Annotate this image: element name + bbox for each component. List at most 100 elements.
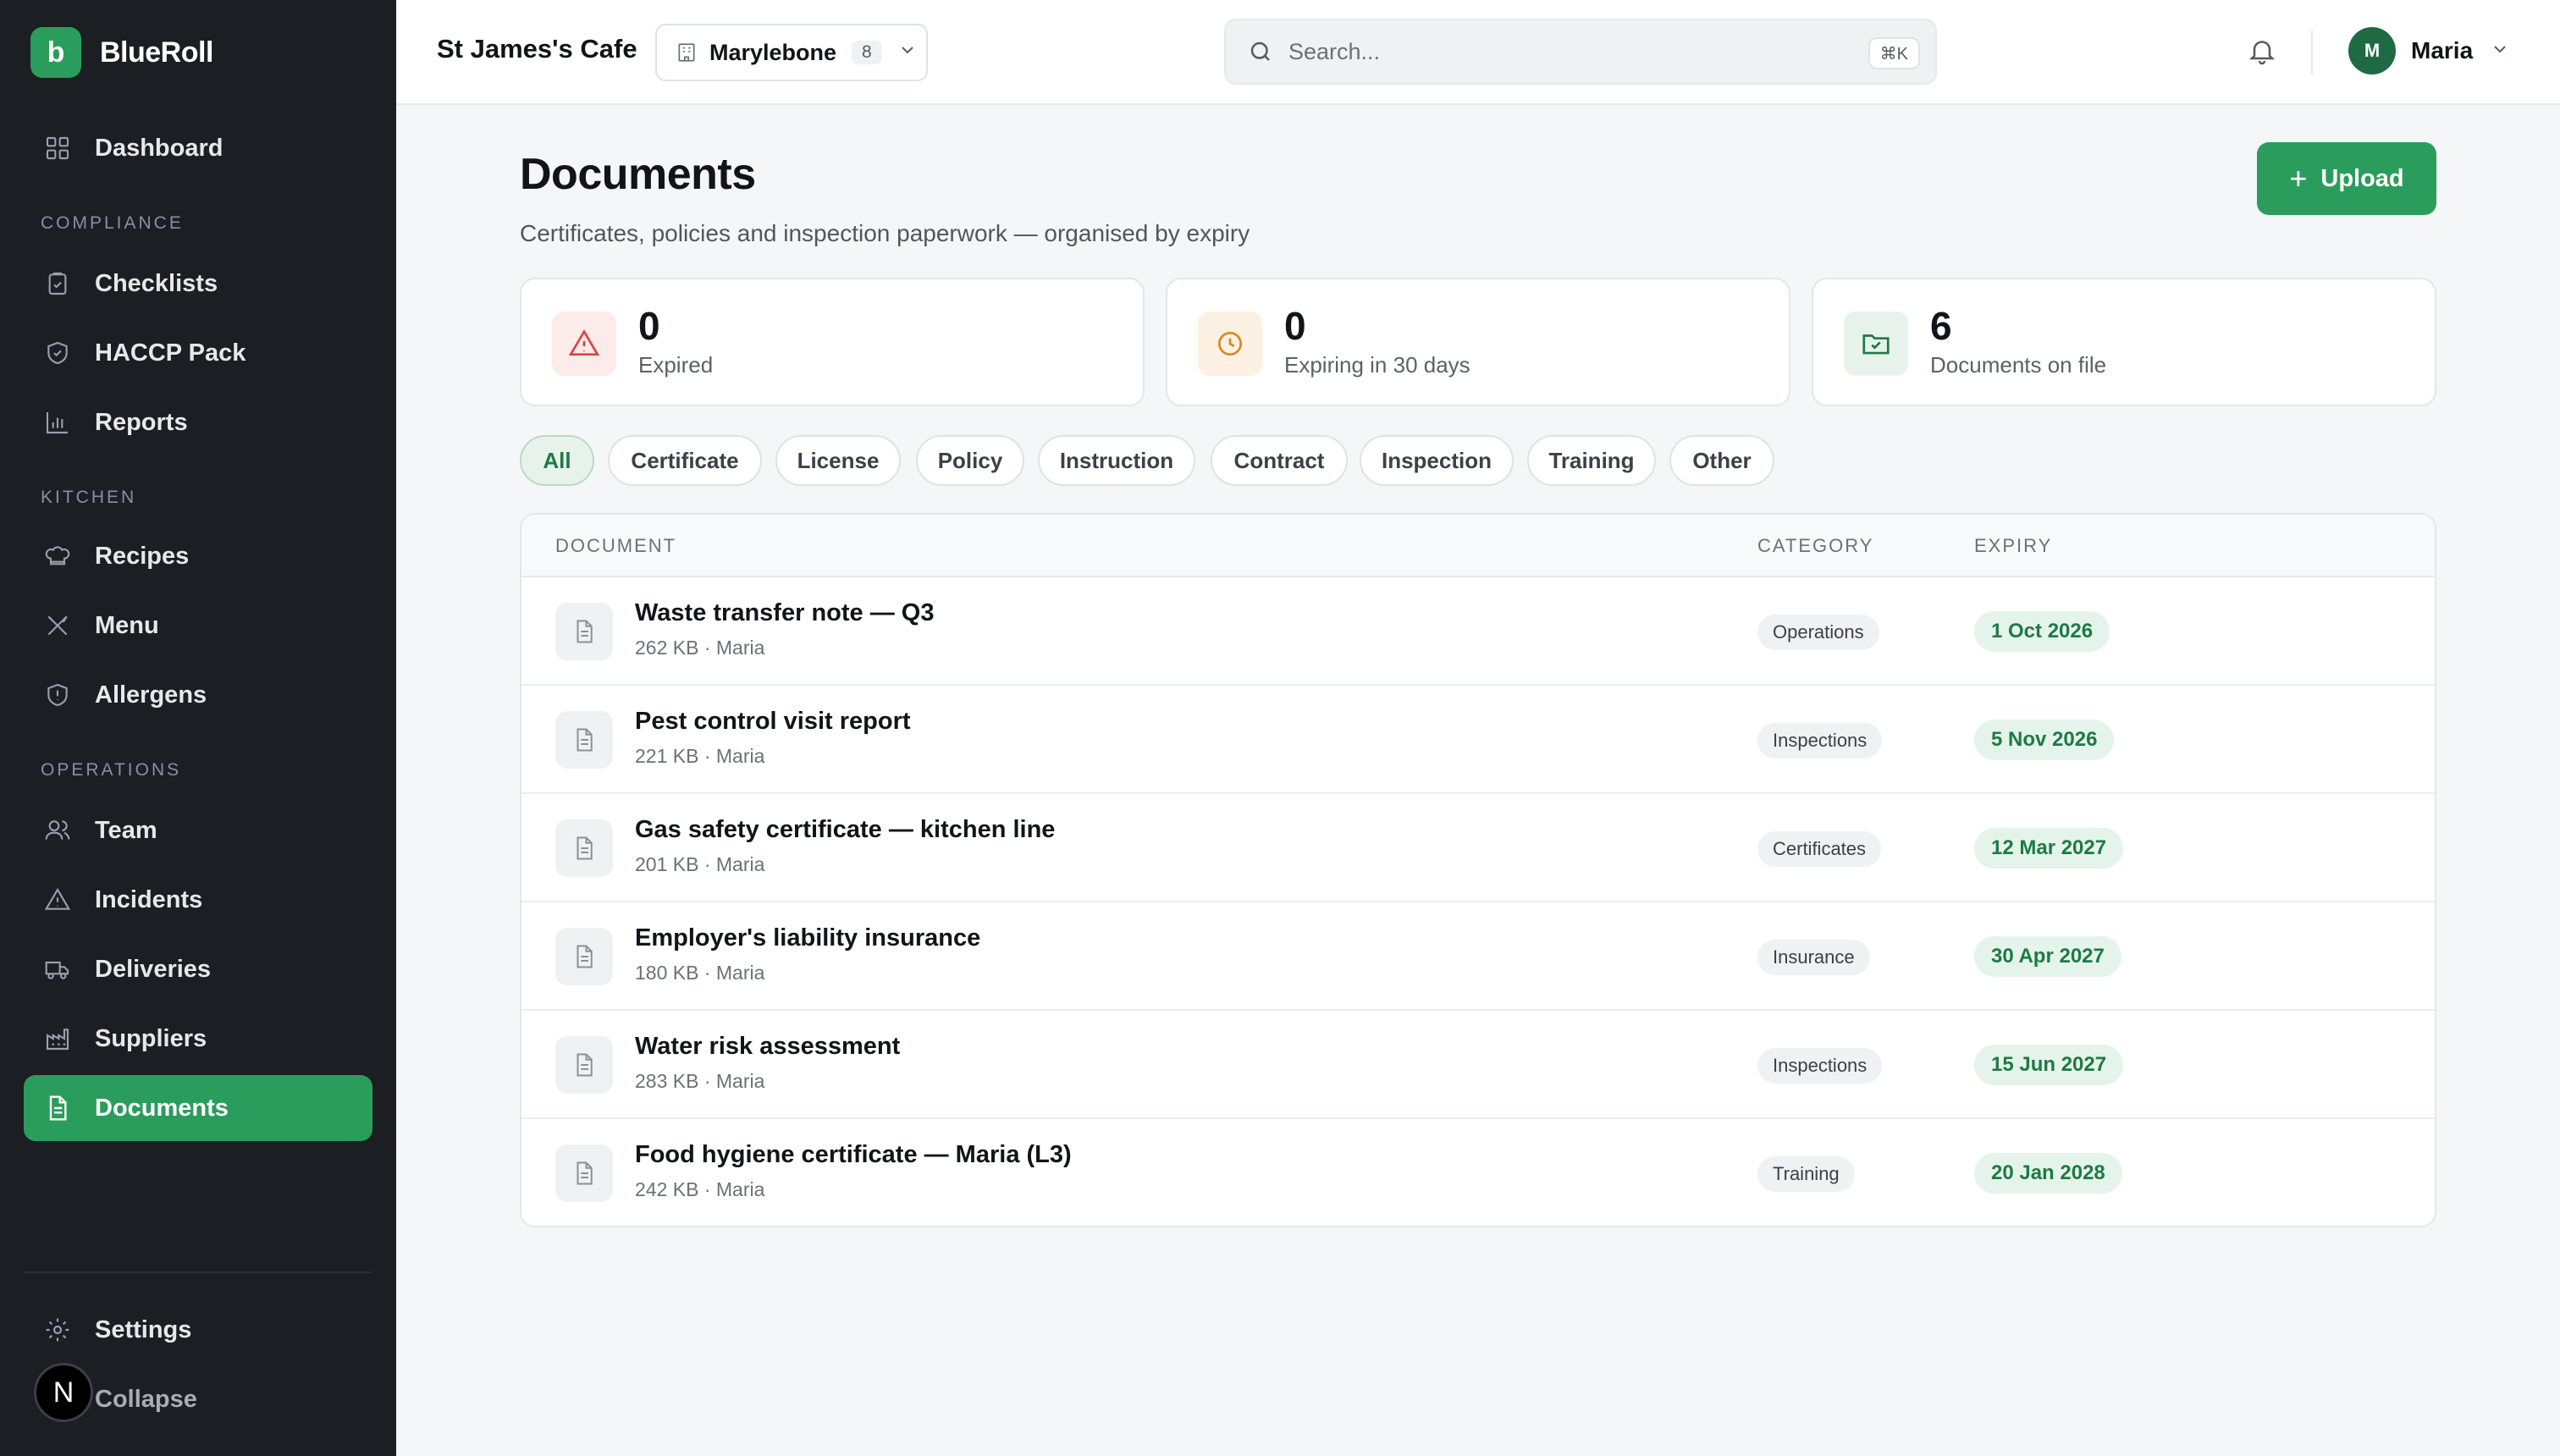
sidebar-item-label: Incidents	[95, 885, 203, 913]
sidebar-divider	[24, 1271, 372, 1273]
brand[interactable]: b BlueRoll	[30, 27, 213, 78]
table-row[interactable]: Water risk assessment 283 KB · Maria Ins…	[521, 1011, 2435, 1119]
user-name: Maria	[2411, 37, 2474, 63]
section-operations: OPERATIONS	[41, 760, 182, 780]
document-meta: 221 KB · Maria	[635, 745, 765, 767]
category-badge: Training	[1757, 1156, 1855, 1192]
stat-label: Documents on file	[1930, 352, 2107, 378]
shield-alert-icon	[42, 680, 73, 710]
building-icon	[676, 41, 698, 63]
column-header-expiry[interactable]: EXPIRY	[1974, 535, 2052, 557]
sidebar-item-documents[interactable]: Documents	[24, 1075, 372, 1141]
sidebar-item-haccp-pack[interactable]: HACCP Pack	[24, 320, 372, 386]
location-count-badge: 8	[852, 41, 882, 64]
top-header: St James's Cafe Marylebone 8 ⌘K M Maria	[396, 0, 2560, 105]
sidebar-item-recipes[interactable]: Recipes	[24, 523, 372, 589]
bar-chart-icon	[42, 407, 73, 438]
document-icon	[555, 928, 613, 985]
search-shortcut-hint: ⌘K	[1868, 37, 1920, 69]
filter-chip-certificate[interactable]: Certificate	[608, 435, 762, 486]
document-title: Water risk assessment	[635, 1033, 901, 1060]
factory-icon	[42, 1023, 73, 1054]
document-icon	[555, 711, 613, 769]
expiry-badge: 30 Apr 2027	[1974, 936, 2121, 977]
sidebar: b BlueRoll Dashboard COMPLIANCE Checklis…	[0, 0, 396, 1456]
users-icon	[42, 815, 73, 846]
sidebar-item-label: Dashboard	[95, 134, 223, 162]
location-select[interactable]: Marylebone 8	[655, 24, 928, 81]
table-row[interactable]: Gas safety certificate — kitchen line 20…	[521, 794, 2435, 902]
sidebar-item-label: Checklists	[95, 269, 218, 297]
warning-triangle-icon	[42, 885, 73, 915]
stat-label: Expired	[638, 352, 714, 378]
filter-chip-training[interactable]: Training	[1527, 435, 1656, 486]
expiry-badge: 12 Mar 2027	[1974, 828, 2124, 869]
sidebar-item-team[interactable]: Team	[24, 797, 372, 863]
table-row[interactable]: Pest control visit report 221 KB · Maria…	[521, 686, 2435, 794]
sidebar-item-settings[interactable]: Settings	[24, 1297, 372, 1363]
stat-card-expired: 0 Expired	[520, 278, 1145, 406]
sidebar-item-suppliers[interactable]: Suppliers	[24, 1006, 372, 1072]
avatar: M	[2348, 27, 2396, 74]
document-icon	[555, 819, 613, 877]
upload-button[interactable]: + Upload	[2257, 142, 2436, 215]
table-row[interactable]: Employer's liability insurance 180 KB · …	[521, 902, 2435, 1011]
warning-triangle-icon	[552, 312, 616, 376]
search-input[interactable]	[1288, 38, 1830, 65]
brand-name: BlueRoll	[100, 36, 213, 69]
category-badge: Certificates	[1757, 831, 1882, 867]
document-meta: 283 KB · Maria	[635, 1070, 765, 1092]
table-row[interactable]: Food hygiene certificate — Maria (L3) 24…	[521, 1119, 2435, 1226]
search-box[interactable]: ⌘K	[1224, 19, 1937, 85]
document-meta: 262 KB · Maria	[635, 637, 765, 659]
section-kitchen: KITCHEN	[41, 488, 137, 507]
stat-value: 6	[1930, 304, 1952, 348]
sidebar-item-incidents[interactable]: Incidents	[24, 867, 372, 933]
truck-icon	[42, 954, 73, 984]
column-header-category[interactable]: CATEGORY	[1757, 535, 1873, 557]
stat-card-expiring: 0 Expiring in 30 days	[1166, 278, 1790, 406]
document-meta: 242 KB · Maria	[635, 1178, 765, 1200]
sidebar-item-label: Documents	[95, 1094, 229, 1122]
sidebar-item-menu[interactable]: Menu	[24, 593, 372, 659]
document-title: Pest control visit report	[635, 708, 911, 735]
folder-check-icon	[1844, 312, 1908, 376]
filter-chip-inspection[interactable]: Inspection	[1360, 435, 1514, 486]
document-title: Food hygiene certificate — Maria (L3)	[635, 1141, 1072, 1168]
document-meta: 180 KB · Maria	[635, 962, 765, 984]
chef-hat-icon	[42, 541, 73, 571]
bell-icon[interactable]	[2247, 36, 2277, 70]
sidebar-item-allergens[interactable]: Allergens	[24, 662, 372, 728]
chevron-down-icon	[2490, 39, 2510, 63]
grid-icon	[42, 133, 73, 163]
stat-label: Expiring in 30 days	[1284, 352, 1470, 378]
filter-chip-license[interactable]: License	[775, 435, 901, 486]
search-icon	[1248, 39, 1273, 64]
clipboard-check-icon	[42, 268, 73, 299]
filter-chip-policy[interactable]: Policy	[916, 435, 1024, 486]
sidebar-item-checklists[interactable]: Checklists	[24, 251, 372, 317]
table-row[interactable]: Waste transfer note — Q3 262 KB · Maria …	[521, 577, 2435, 686]
filter-chip-all[interactable]: All	[520, 435, 594, 486]
sidebar-item-label: Team	[95, 816, 157, 844]
sidebar-item-deliveries[interactable]: Deliveries	[24, 936, 372, 1002]
plus-icon: +	[2289, 161, 2308, 196]
category-badge: Operations	[1757, 615, 1879, 650]
sidebar-item-label: Recipes	[95, 542, 190, 570]
sidebar-item-label: Reports	[95, 408, 188, 436]
expiry-badge: 15 Jun 2027	[1974, 1045, 2124, 1085]
document-icon	[555, 1144, 613, 1202]
column-header-document[interactable]: DOCUMENT	[555, 535, 676, 557]
page-title: Documents	[520, 150, 756, 199]
document-title: Gas safety certificate — kitchen line	[635, 816, 1056, 843]
filter-chip-other[interactable]: Other	[1669, 435, 1774, 486]
floating-n-badge[interactable]: N	[34, 1363, 93, 1422]
sidebar-item-dashboard[interactable]: Dashboard	[24, 115, 372, 181]
brand-logo-icon: b	[30, 27, 81, 78]
category-badge: Insurance	[1757, 940, 1870, 975]
user-menu[interactable]: M Maria	[2348, 27, 2510, 74]
sidebar-item-reports[interactable]: Reports	[24, 389, 372, 455]
filter-chip-instruction[interactable]: Instruction	[1038, 435, 1195, 486]
clock-icon	[1198, 312, 1262, 376]
filter-chip-contract[interactable]: Contract	[1211, 435, 1348, 486]
